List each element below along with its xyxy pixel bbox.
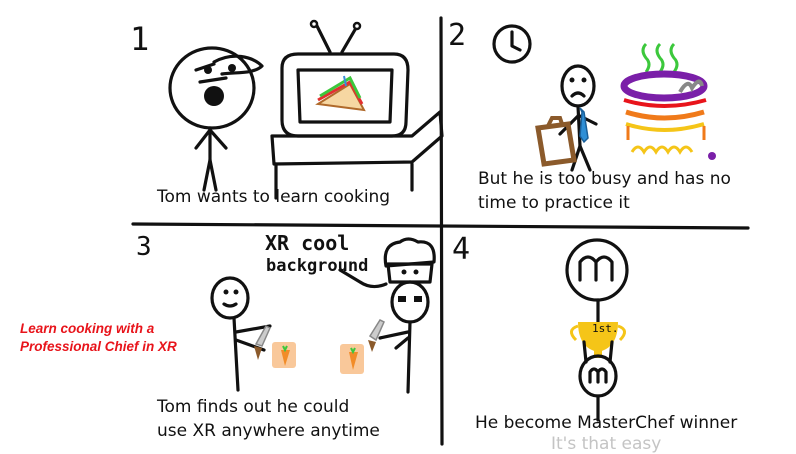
panel-3-handwritten-line1: XR cool bbox=[265, 231, 350, 255]
masterchef-logo-icon bbox=[565, 238, 629, 302]
panel-3-caption-line2: use XR anywhere anytime bbox=[157, 421, 380, 441]
clock-icon bbox=[492, 24, 532, 64]
comic-canvas bbox=[131, 16, 750, 446]
sandwich-icon bbox=[315, 75, 366, 112]
side-note-line2: Professional Chief in XR bbox=[20, 339, 177, 354]
side-note-line1: Learn cooking with a bbox=[20, 321, 155, 336]
chef-figure bbox=[378, 280, 430, 394]
trophy-label: 1st. bbox=[592, 322, 619, 335]
panel-2-drawing bbox=[492, 24, 716, 172]
busy-tom-figure bbox=[558, 64, 598, 172]
tom-figure bbox=[168, 46, 264, 192]
carrot-icon bbox=[272, 342, 364, 374]
panel-2-caption-line1: But he is too busy and has no bbox=[478, 169, 731, 189]
panel-2-number: 2 bbox=[448, 18, 467, 53]
panel-3-number: 3 bbox=[136, 232, 152, 262]
panel-1-number: 1 bbox=[130, 20, 150, 58]
briefcase-icon bbox=[535, 116, 577, 167]
panel-3-caption-line1: Tom finds out he could bbox=[157, 397, 350, 417]
panel-4-number: 4 bbox=[452, 232, 471, 267]
panel-2-caption-line2: time to practice it bbox=[478, 193, 630, 213]
footer-tagline: It's that easy bbox=[551, 434, 662, 454]
pot-icon bbox=[620, 42, 716, 160]
panel-1-drawing bbox=[168, 19, 444, 200]
panel-4-caption: He become MasterChef winner bbox=[475, 413, 738, 433]
panel-dividers bbox=[131, 16, 750, 446]
panel-3-handwritten-line2: background bbox=[266, 256, 369, 276]
panel-1-caption: Tom wants to learn cooking bbox=[157, 187, 391, 207]
